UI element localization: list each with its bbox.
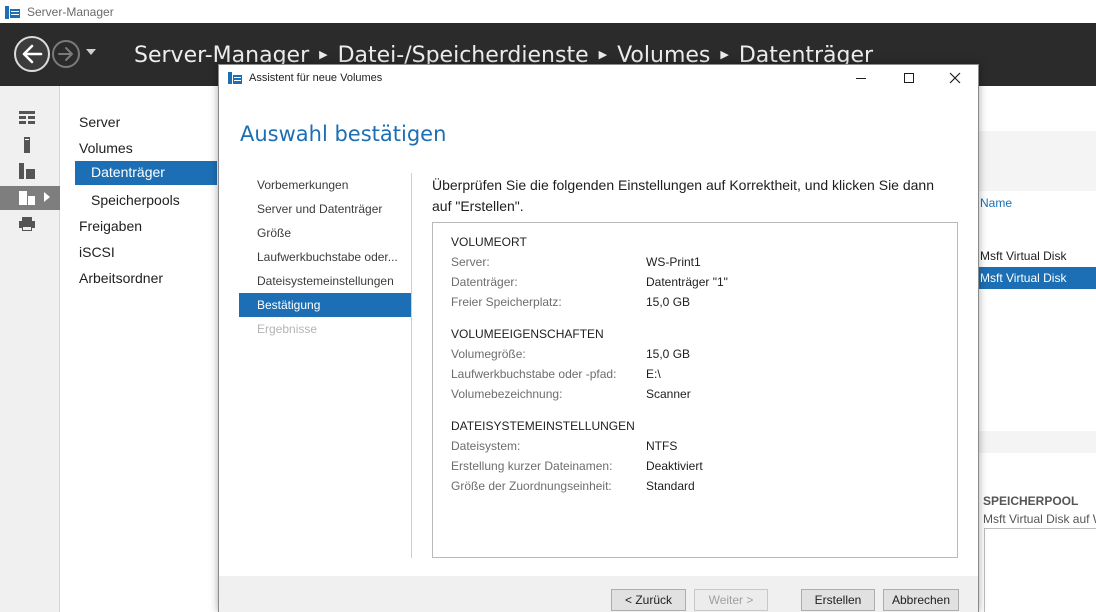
summary-value: Standard [646,479,695,493]
minimize-button[interactable] [851,69,871,87]
nav-item-freigaben[interactable]: Freigaben [79,218,142,234]
icon-strip [0,86,60,612]
steps-divider [411,173,412,558]
breadcrumb-separator-icon: ▶ [598,48,608,61]
summary-label: Datenträger: [451,275,518,289]
summary-label: Größe der Zuordnungseinheit: [451,479,612,493]
summary-value: NTFS [646,439,678,453]
disks-pane: Name Msft Virtual Disk Msft Virtual Disk… [977,86,1096,612]
expand-arrow-icon [44,192,50,202]
new-volume-wizard-dialog: Assistent für neue Volumes Auswahl bestä… [218,64,979,612]
nav-item-speicherpools[interactable]: Speicherpools [91,192,180,208]
summary-value: 15,0 GB [646,347,691,361]
forward-button[interactable] [52,40,80,68]
all-servers-icon[interactable] [18,162,36,180]
summary-value: E:\ [646,367,661,381]
back-step-button[interactable]: < Zurück [611,589,686,611]
nav-tree: Server Volumes Datenträger Speicherpools… [61,86,219,612]
close-icon [949,72,961,84]
dashboard-icon[interactable] [18,110,36,128]
step-vorbemerkungen[interactable]: Vorbemerkungen [239,173,411,197]
maximize-icon [904,73,914,83]
settings-summary: VOLUMEORT Server: WS-Print1 Datenträger:… [432,222,958,558]
summary-value: Datenträger "1" [646,275,728,289]
summary-label: Volumebezeichnung: [451,387,563,401]
cancel-button[interactable]: Abbrechen [883,589,959,611]
back-button[interactable] [14,36,50,72]
summary-label: Laufwerkbuchstabe oder -pfad: [451,367,617,381]
step-ergebnisse: Ergebnisse [257,322,318,336]
create-button[interactable]: Erstellen [801,589,875,611]
intro-text: Überprüfen Sie die folgenden Einstellung… [432,177,934,214]
file-storage-services-item[interactable] [0,186,60,210]
wizard-icon [228,72,242,84]
next-step-button: Weiter > [694,589,768,611]
page-title: Auswahl bestätigen [240,122,447,146]
step-groesse[interactable]: Größe [239,221,411,245]
arrow-right-icon [58,47,73,61]
summary-value: Scanner [646,387,691,401]
storagepool-section-title: SPEICHERPOOL [983,494,1079,508]
arrow-left-icon [22,44,43,64]
pane-header-band [977,131,1096,191]
file-storage-icon [18,189,36,207]
section-title-volumeort: VOLUMEORT [451,235,527,249]
summary-label: Erstellung kurzer Dateinamen: [451,459,613,473]
storagepool-content-box [984,528,1096,612]
section-title-volumeeigenschaften: VOLUMEEIGENSCHAFTEN [451,327,604,341]
nav-item-iscsi[interactable]: iSCSI [79,244,115,260]
app-title: Server-Manager [27,4,114,19]
step-dateisystemeinstellungen[interactable]: Dateisystemeinstellungen [239,269,411,293]
dialog-title: Assistent für neue Volumes [249,72,383,84]
nav-item-datentraeger[interactable]: Datenträger [75,161,217,185]
breadcrumb-separator-icon: ▶ [720,48,729,61]
server-manager-icon [5,5,20,19]
section-title-dateisystemeinstellungen: DATEISYSTEMEINSTELLUNGEN [451,419,635,433]
table-row-selected[interactable]: Msft Virtual Disk [977,267,1096,289]
step-laufwerkbuchstabe[interactable]: Laufwerkbuchstabe oder... [239,245,411,269]
summary-value: Deaktiviert [646,459,703,473]
history-dropdown-icon[interactable] [86,49,96,55]
summary-label: Dateisystem: [451,439,521,453]
breadcrumb-separator-icon: ▶ [319,48,328,61]
summary-label: Server: [451,255,490,269]
step-bestaetigung[interactable]: Bestätigung [239,293,411,317]
summary-value: 15,0 GB [646,295,691,309]
summary-label: Freier Speicherplatz: [451,295,562,309]
storagepool-section-subtitle: Msft Virtual Disk auf W [983,512,1096,526]
wizard-steps: Vorbemerkungen Server und Datenträger Gr… [239,173,411,341]
nav-item-arbeitsordner[interactable]: Arbeitsordner [79,270,163,286]
dialog-footer: < Zurück Weiter > Erstellen Abbrechen [219,576,978,612]
pane-divider-band [977,431,1096,453]
local-server-icon[interactable] [18,136,36,154]
close-button[interactable] [945,69,965,87]
nav-item-server[interactable]: Server [79,114,120,130]
nav-item-volumes[interactable]: Volumes [79,140,133,156]
step-server-und-datentraeger[interactable]: Server und Datenträger [239,197,411,221]
maximize-button[interactable] [899,69,919,87]
app-titlebar: Server-Manager [0,0,1096,23]
dialog-titlebar: Assistent für neue Volumes [219,65,978,91]
print-services-icon[interactable] [18,215,36,233]
minimize-icon [856,78,866,79]
summary-value: WS-Print1 [646,255,701,269]
column-header-name[interactable]: Name [980,196,1012,210]
summary-label: Volumegröße: [451,347,526,361]
nav-item-label: Datenträger [91,164,165,180]
table-row[interactable]: Msft Virtual Disk [980,249,1066,263]
